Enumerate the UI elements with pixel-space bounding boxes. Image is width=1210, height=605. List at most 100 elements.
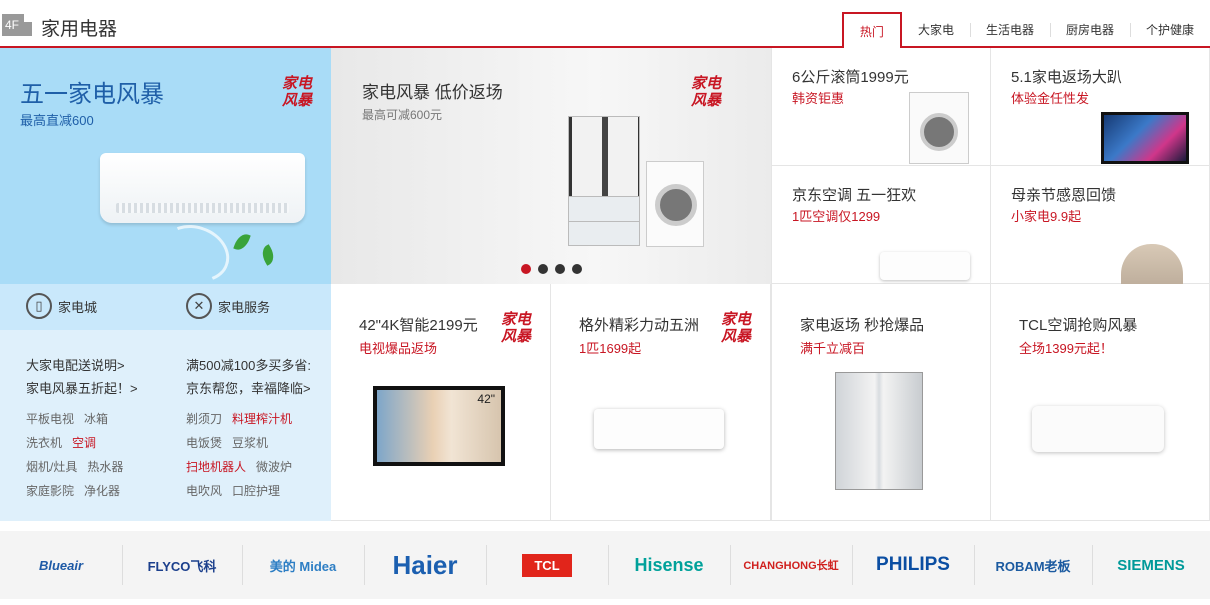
fridge-icon: ▯ <box>26 293 52 319</box>
carousel-dot[interactable] <box>521 264 531 274</box>
cell-subtitle: 1匹1699起 <box>579 341 642 356</box>
air-conditioner-image <box>1032 406 1164 452</box>
left-panel: 五一家电风暴 最高直减600 家电 风暴 ▯ 家电城 ✕ 家电服务 大家电配送说明… <box>0 48 331 521</box>
cat-link-highlight[interactable]: 空调 <box>72 436 96 450</box>
cell-subtitle: 小家电9.9起 <box>1011 209 1082 224</box>
tools-icon: ✕ <box>186 293 212 319</box>
cat-link[interactable]: 剃须刀 <box>186 412 222 426</box>
cat-link[interactable]: 家庭影院 <box>26 484 74 498</box>
cell-subtitle: 满千立减百 <box>800 341 866 356</box>
carousel-subtitle: 最高可减600元 <box>362 108 443 122</box>
promo-cell-aircon[interactable]: 京东空调 五一狂欢 1匹空调仅1299 <box>771 166 991 284</box>
service-label: 家电城 <box>58 299 98 315</box>
floor-title: 家用电器 <box>41 19 118 40</box>
brand-logo-flyco[interactable]: FLYCO飞科 <box>122 531 242 599</box>
cell-title: 京东空调 五一狂欢 <box>792 187 917 204</box>
brand-logo-haier[interactable]: Haier <box>364 531 486 599</box>
cell-title: TCL空调抢购风暴 <box>1019 317 1138 334</box>
promo-cell-washer[interactable]: 6公斤滚筒1999元 韩资钜惠 <box>771 48 991 166</box>
cat-link[interactable]: 热水器 <box>87 460 123 474</box>
link-storm-half-price[interactable]: 家电风暴五折起！> <box>26 377 138 400</box>
cell-title: 格外精彩力动五洲 <box>579 317 700 334</box>
storm-badge-icon: 家电 风暴 <box>500 311 531 345</box>
tv-size-label: 42" <box>477 392 495 406</box>
promo-cell-party[interactable]: 5.1家电返场大趴 体验金任性发 <box>991 48 1210 166</box>
carousel-dot[interactable] <box>538 264 548 274</box>
service-appliance-service[interactable]: ✕ 家电服务 <box>186 293 270 319</box>
fridge-image <box>835 372 923 490</box>
cell-subtitle: 体验金任性发 <box>1011 91 1090 106</box>
tv-image: 42" <box>373 386 505 466</box>
fridge-image <box>568 116 640 246</box>
brand-logo-hisense[interactable]: Hisense <box>608 531 730 599</box>
cat-link[interactable]: 微波炉 <box>256 460 292 474</box>
brand-logo-blueair[interactable]: Blueair <box>0 531 122 599</box>
tab-large-appliances[interactable]: 大家电 <box>902 12 970 48</box>
leaf-icon <box>233 231 251 253</box>
promo-links-col1: 大家电配送说明> 家电风暴五折起！> <box>26 354 138 400</box>
brand-logo-robam[interactable]: ROBAM老板 <box>974 531 1092 599</box>
cat-link-highlight[interactable]: 扫地机器人 <box>186 460 246 474</box>
cat-link[interactable]: 电饭煲 <box>186 436 222 450</box>
brand-logo-midea[interactable]: 美的 Midea <box>242 531 364 599</box>
promo-cell-aircon-worldcup[interactable]: 格外精彩力动五洲 1匹1699起 家电 风暴 <box>551 284 771 521</box>
left-promo-subtitle: 最高直减600 <box>20 113 94 128</box>
brand-logo-tcl[interactable]: TCL <box>486 531 608 599</box>
cell-title: 42"4K智能2199元 <box>359 317 478 334</box>
tv-image <box>1101 112 1189 164</box>
carousel-dot[interactable] <box>555 264 565 274</box>
cell-title: 6公斤滚筒1999元 <box>792 69 909 86</box>
brand-logo-siemens[interactable]: SIEMENS <box>1092 531 1210 599</box>
cat-link[interactable]: 电吹风 <box>186 484 222 498</box>
air-conditioner-image <box>880 252 970 280</box>
link-jd-help[interactable]: 京东帮您，幸福降临> <box>186 377 311 400</box>
brand-logo-tcl-text: TCL <box>522 553 572 577</box>
link-discount[interactable]: 满500减100多买多省: <box>186 354 311 377</box>
cat-link[interactable]: 豆浆机 <box>232 436 268 450</box>
cat-link[interactable]: 口腔护理 <box>232 484 280 498</box>
cell-title: 5.1家电返场大趴 <box>1011 69 1122 86</box>
cell-subtitle: 1匹空调仅1299 <box>792 209 881 224</box>
category-links-col2: 剃须刀 料理榨汁机 电饭煲 豆浆机 扫地机器人 微波炉 电吹风 口腔护理 <box>186 407 302 503</box>
cell-subtitle: 韩资钜惠 <box>792 91 845 106</box>
left-promo-banner[interactable]: 五一家电风暴 最高直减600 家电 风暴 <box>0 48 331 292</box>
storm-badge-icon: 家电 风暴 <box>720 311 751 345</box>
main-carousel[interactable]: 家电风暴 低价返场 最高可减600元 家电 风暴 <box>331 48 771 284</box>
category-links-col1: 平板电视 冰箱 洗衣机 空调 烟机/灶具 热水器 家庭影院 净化器 <box>26 407 133 503</box>
tab-personal-care[interactable]: 个护健康 <box>1129 12 1210 48</box>
left-promo-title: 五一家电风暴 <box>20 81 164 108</box>
cat-link-highlight[interactable]: 料理榨汁机 <box>232 412 292 426</box>
cell-title: 家电返场 秒抢爆品 <box>800 317 925 334</box>
wind-swirl-image <box>152 215 238 292</box>
cell-subtitle: 全场1399元起！ <box>1019 341 1113 356</box>
promo-cell-mothers-day[interactable]: 母亲节感恩回馈 小家电9.9起 <box>991 166 1210 322</box>
washing-machine-image <box>646 161 704 247</box>
tab-life-appliances[interactable]: 生活电器 <box>969 12 1050 48</box>
brand-logo-changhong[interactable]: CHANGHONG长虹 <box>730 531 852 599</box>
promo-cell-fridge[interactable]: 家电返场 秒抢爆品 满千立减百 <box>771 284 991 521</box>
carousel-dot[interactable] <box>572 264 582 274</box>
brand-strip: Blueair FLYCO飞科 美的 Midea Haier TCL Hisen… <box>0 531 1210 599</box>
cat-link[interactable]: 洗衣机 <box>26 436 62 450</box>
link-delivery-notes[interactable]: 大家电配送说明> <box>26 354 138 377</box>
cat-link[interactable]: 冰箱 <box>84 412 108 426</box>
tab-hot[interactable]: 热门 <box>841 12 902 50</box>
brand-logo-philips[interactable]: PHILIPS <box>852 531 974 599</box>
category-tabs: 热门 大家电 生活电器 厨房电器 个护健康 <box>841 12 1210 50</box>
promo-cell-tv[interactable]: 42"4K智能2199元 电视爆品返场 家电 风暴 42" <box>331 284 551 521</box>
cat-link[interactable]: 平板电视 <box>26 412 74 426</box>
service-bar: ▯ 家电城 ✕ 家电服务 <box>0 284 331 330</box>
storm-badge-icon: 家电 风暴 <box>281 75 312 109</box>
cat-link[interactable]: 烟机/灶具 <box>26 460 77 474</box>
cell-title: 母亲节感恩回馈 <box>1011 187 1117 204</box>
air-conditioner-image <box>594 409 724 449</box>
promo-cell-tcl-aircon[interactable]: TCL空调抢购风暴 全场1399元起！ <box>991 284 1210 521</box>
leaf-icon <box>258 244 278 266</box>
tab-kitchen-appliances[interactable]: 厨房电器 <box>1049 12 1130 48</box>
cat-link[interactable]: 净化器 <box>84 484 120 498</box>
service-appliance-mall[interactable]: ▯ 家电城 <box>26 293 97 319</box>
carousel-title: 家电风暴 低价返场 <box>362 83 503 102</box>
washing-machine-image <box>909 92 969 164</box>
carousel-dots <box>521 264 582 274</box>
service-label: 家电服务 <box>218 299 271 315</box>
